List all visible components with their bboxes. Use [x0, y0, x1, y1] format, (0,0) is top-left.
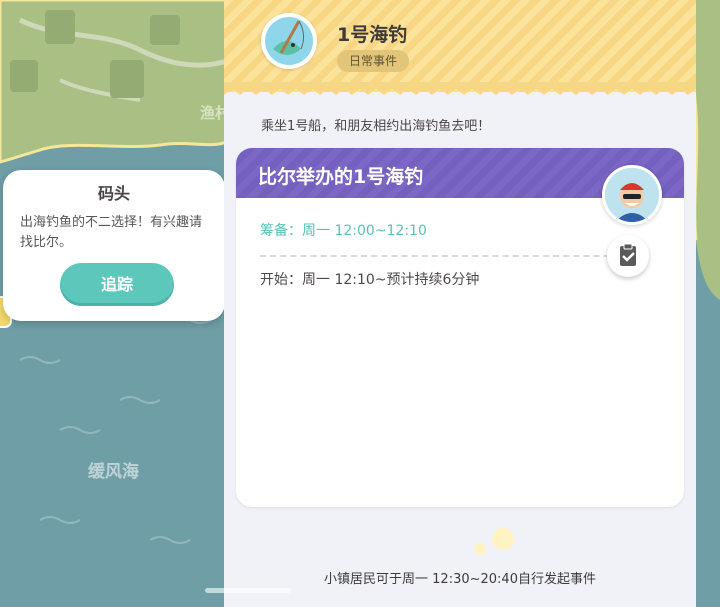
track-button[interactable]: 追踪: [60, 263, 174, 306]
dock-popup: 码头 出海钓鱼的不二选择！有兴趣请找比尔。 追踪: [3, 170, 225, 321]
clipboard-check-icon[interactable]: [607, 235, 649, 277]
bill-avatar[interactable]: [602, 165, 662, 225]
wave-divider: [224, 82, 696, 95]
fish-rod-icon: [261, 13, 317, 69]
session-title: 比尔举办的1号海钓: [258, 166, 424, 188]
event-panel: 1号海钓 日常事件 乘坐1号船，和朋友相约出海钓鱼去吧！ 比尔举办的1号海钓 筹…: [224, 0, 696, 607]
prep-time: 筹备：周一 12:00~12:10: [260, 223, 427, 239]
start-time: 开始：周一 12:10~预计持续6分钟: [260, 272, 480, 288]
dock-title: 码头: [97, 184, 130, 203]
footer-note: 小镇居民可于周一 12:30~20:40自行发起事件: [324, 572, 596, 587]
decor-bubble: [474, 543, 486, 555]
event-tag-badge: 日常事件: [337, 50, 410, 72]
event-title: 1号海钓: [337, 24, 408, 46]
map-label-sea: 缓风海: [88, 462, 139, 482]
scroll-indicator[interactable]: [205, 588, 291, 593]
dock-description: 出海钓鱼的不二选择！有兴趣请找比尔。: [20, 215, 203, 250]
divider: [260, 255, 640, 257]
decor-bubble: [492, 528, 514, 550]
event-intro: 乘坐1号船，和朋友相约出海钓鱼去吧！: [261, 119, 491, 134]
